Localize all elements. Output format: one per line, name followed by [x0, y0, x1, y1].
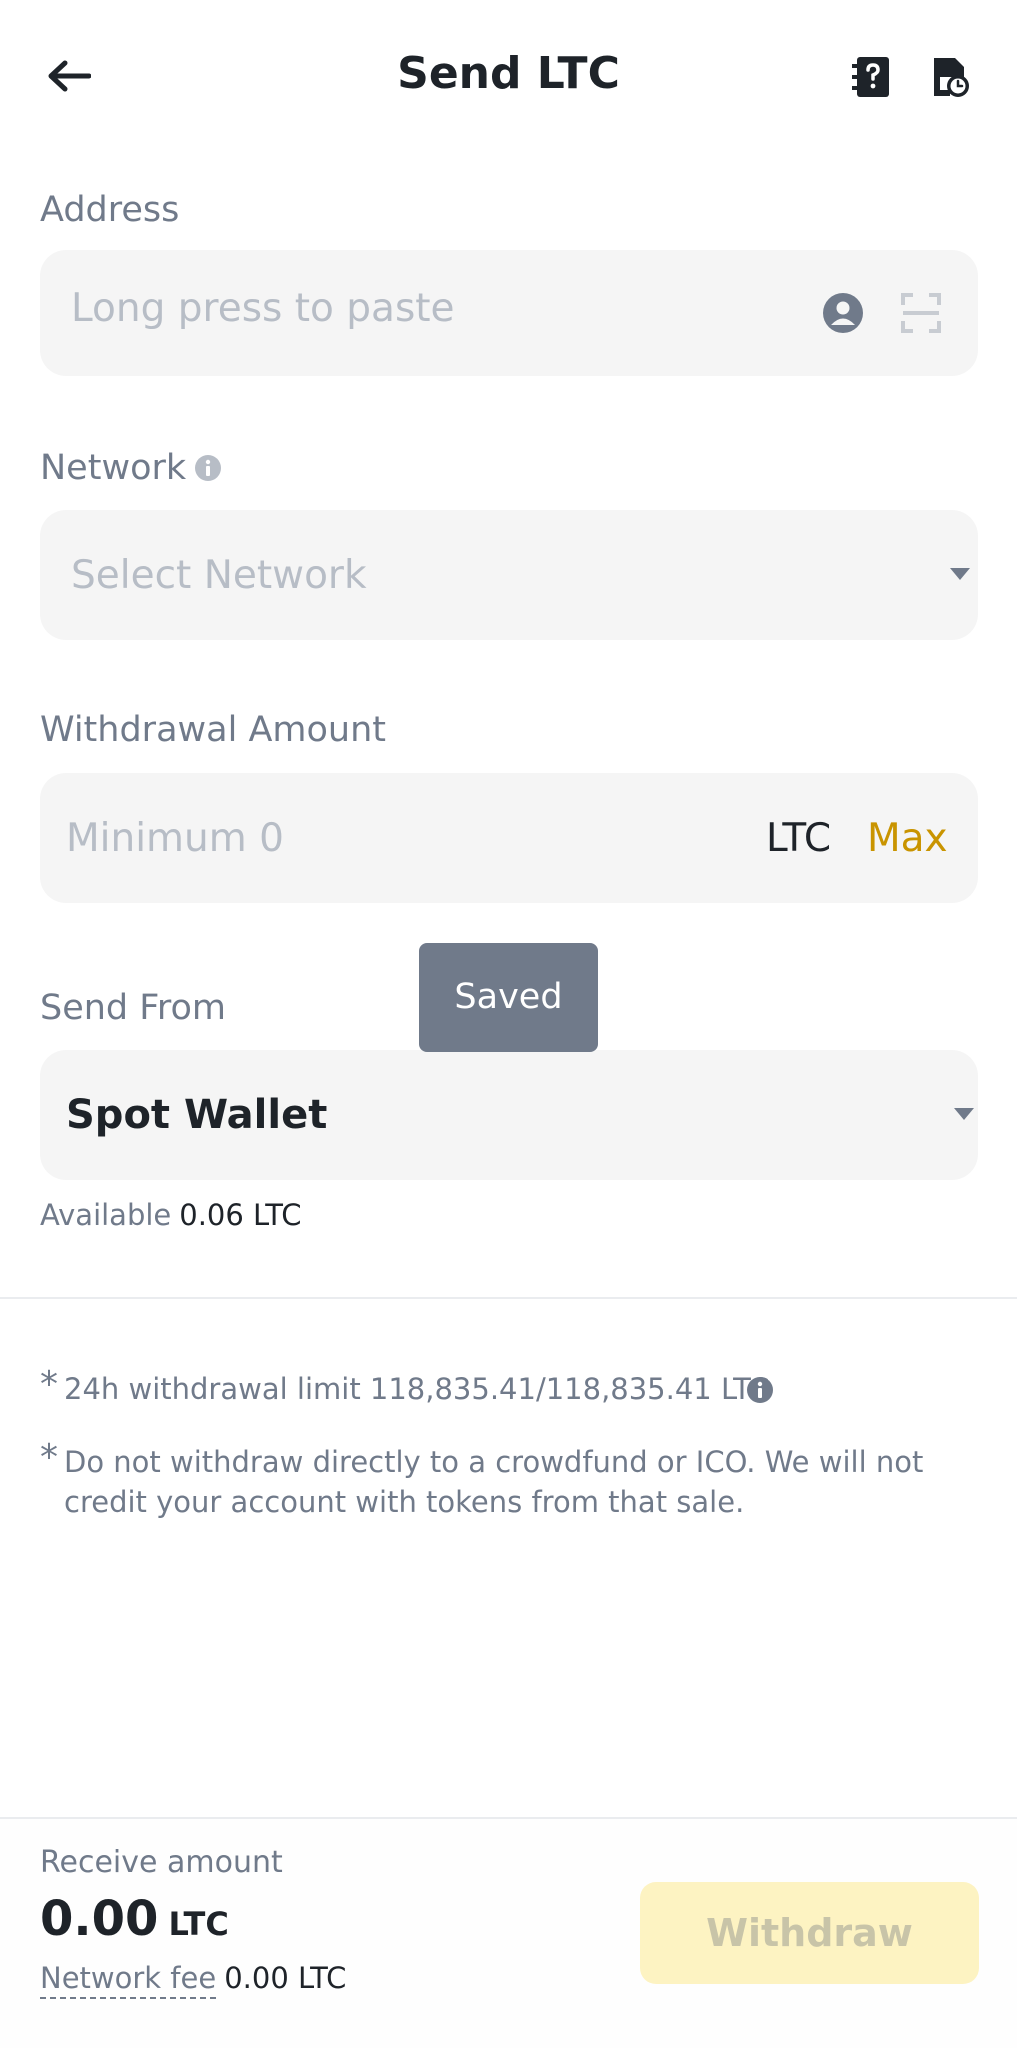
receive-value: 0.00 — [40, 1891, 159, 1947]
network-fee-value: 0.00 LTC — [224, 1961, 347, 1995]
network-select[interactable]: Select Network — [40, 510, 978, 640]
receive-unit: LTC — [168, 1905, 229, 1943]
scan-icon — [901, 293, 941, 333]
info-icon[interactable] — [746, 1376, 774, 1404]
caret-down-icon — [954, 1108, 974, 1120]
max-button[interactable]: Max — [867, 816, 948, 861]
available-label: Available — [40, 1198, 172, 1232]
amount-input[interactable]: Minimum 0 LTC Max — [40, 773, 978, 903]
available-value: 0.06 LTC — [179, 1198, 302, 1232]
limit-note-text: 24h withdrawal limit 118,835.41/118,835.… — [64, 1372, 770, 1406]
wallet-value: Spot Wallet — [66, 1092, 328, 1138]
limit-note: * 24h withdrawal limit 118,835.41/118,83… — [40, 1365, 800, 1409]
amount-unit: LTC — [766, 816, 832, 861]
saved-toast: Saved — [419, 943, 598, 1052]
contact-icon — [823, 293, 863, 333]
warning-note: * Do not withdraw directly to a crowdfun… — [40, 1438, 940, 1522]
receive-label: Receive amount — [40, 1845, 283, 1880]
info-icon[interactable] — [194, 454, 222, 482]
network-fee-label[interactable]: Network fee — [40, 1961, 217, 1999]
network-fee: Network fee 0.00 LTC — [40, 1961, 347, 1999]
available-balance: Available 0.06 LTC — [40, 1198, 301, 1232]
send-from-label: Send From — [40, 988, 226, 1028]
faq-button[interactable] — [846, 52, 896, 102]
address-book-button[interactable] — [822, 292, 864, 334]
address-input[interactable]: Long press to paste — [40, 250, 978, 376]
network-placeholder: Select Network — [71, 553, 367, 598]
receive-amount: 0.00 LTC — [40, 1891, 229, 1947]
divider — [0, 1297, 1017, 1299]
caret-down-icon — [950, 568, 970, 580]
warning-note-text: Do not withdraw directly to a crowdfund … — [64, 1445, 924, 1519]
header: Send LTC — [0, 0, 1017, 152]
amount-label: Withdrawal Amount — [40, 710, 386, 750]
withdraw-button[interactable]: Withdraw — [640, 1882, 979, 1984]
footer: Receive amount 0.00 LTC Network fee 0.00 L… — [0, 1817, 1017, 2048]
faq-icon — [852, 57, 889, 97]
address-placeholder: Long press to paste — [71, 286, 455, 331]
history-button[interactable] — [926, 52, 976, 102]
amount-placeholder: Minimum 0 — [66, 816, 284, 861]
history-icon — [934, 58, 969, 97]
scan-button[interactable] — [900, 292, 942, 334]
network-label: Network — [40, 448, 187, 488]
wallet-select[interactable]: Spot Wallet — [40, 1050, 978, 1180]
address-label: Address — [40, 190, 180, 230]
